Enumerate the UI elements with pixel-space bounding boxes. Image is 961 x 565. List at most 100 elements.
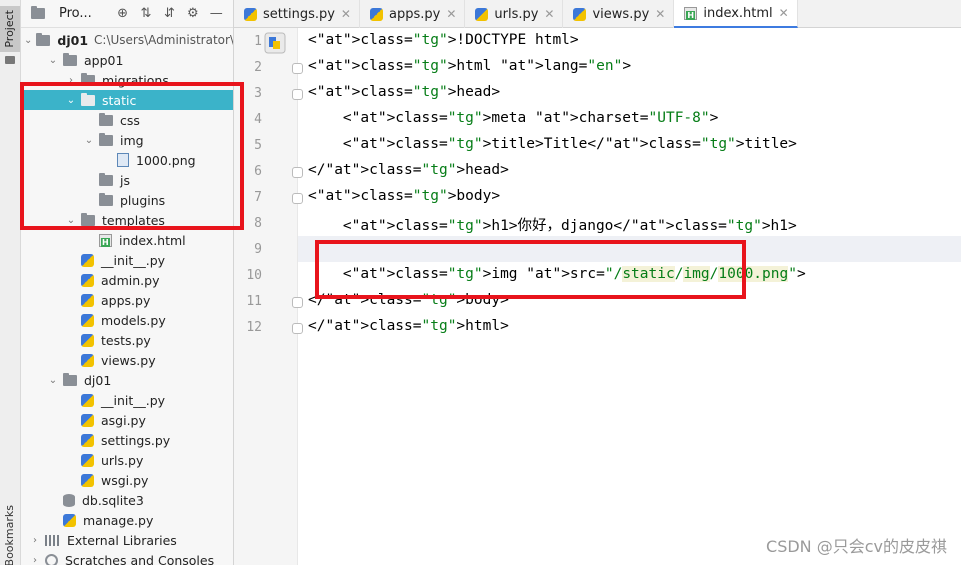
code-line[interactable]: <"at">class="tg">head> <box>308 84 500 100</box>
scratches-icon <box>45 553 63 565</box>
tree-item-label: Scratches and Consoles <box>65 552 215 565</box>
tree-item[interactable]: __init__.py <box>21 390 233 410</box>
code-line[interactable]: <"at">class="tg">meta "at">charset="UTF-… <box>308 110 718 126</box>
chevron-down-icon[interactable]: ⌄ <box>47 55 59 66</box>
fold-marker-icon[interactable] <box>292 63 303 74</box>
tree-item-label: __init__.py <box>101 392 166 408</box>
fold-marker-icon[interactable] <box>292 323 303 334</box>
code-line[interactable]: <"at">class="tg">title>Title</"at">class… <box>308 136 797 152</box>
tree-item[interactable]: asgi.py <box>21 410 233 430</box>
python-file-icon <box>81 473 99 487</box>
tree-item-label: manage.py <box>83 512 154 528</box>
collapse-all-icon[interactable]: ⇵ <box>163 6 176 22</box>
chevron-down-icon[interactable]: ⌄ <box>47 375 59 386</box>
code-line[interactable]: <"at">class="tg">html "at">lang="en"> <box>308 58 631 74</box>
tree-item[interactable]: tests.py <box>21 330 233 350</box>
tree-item[interactable]: manage.py <box>21 510 233 530</box>
tree-item-label: index.html <box>119 232 186 248</box>
tree-item[interactable]: admin.py <box>21 270 233 290</box>
close-icon[interactable]: ✕ <box>544 7 554 21</box>
tab-settings-py[interactable]: settings.py ✕ <box>234 0 360 28</box>
folder-icon <box>63 52 82 66</box>
tree-item-label: admin.py <box>101 272 160 288</box>
tab-views-py[interactable]: views.py ✕ <box>563 0 675 28</box>
html-file-icon <box>99 233 117 247</box>
folder-icon <box>63 372 82 386</box>
chevron-down-icon[interactable]: ⌄ <box>24 35 32 46</box>
line-number: 12 <box>246 320 262 335</box>
project-path: C:\Users\Administrator\ <box>94 33 234 47</box>
tree-item-label: dj01 <box>57 32 89 48</box>
tree-item[interactable]: › Scratches and Consoles <box>21 550 233 565</box>
tree-item[interactable]: ⌄ dj01 <box>21 370 233 390</box>
tab-label: apps.py <box>388 6 441 22</box>
folder-icon <box>31 6 45 22</box>
project-panel-title[interactable]: Pro... <box>59 6 92 21</box>
tree-item-label: dj01 <box>84 372 112 388</box>
tree-item[interactable]: ⌄ app01 <box>21 50 233 70</box>
line-number: 11 <box>246 294 262 309</box>
annotation-box-static-folder <box>20 82 244 230</box>
tree-item-label: urls.py <box>101 452 144 468</box>
close-icon[interactable]: ✕ <box>779 6 789 20</box>
annotation-box-img-tag <box>315 240 746 299</box>
close-icon[interactable]: ✕ <box>446 7 456 21</box>
code-line[interactable]: <"at">class="tg">body> <box>308 188 500 204</box>
gear-icon[interactable]: ⚙ <box>186 6 199 22</box>
python-file-icon <box>81 433 99 447</box>
tab-label: settings.py <box>263 6 335 22</box>
locate-icon[interactable]: ⊕ <box>116 6 129 22</box>
minimize-icon[interactable]: — <box>210 6 223 22</box>
tree-item-label: tests.py <box>101 332 151 348</box>
fold-marker-icon[interactable] <box>292 167 303 178</box>
code-line[interactable]: <"at">class="tg">!DOCTYPE html> <box>308 32 579 48</box>
fold-marker-icon[interactable] <box>292 193 303 204</box>
line-number: 1 <box>254 34 262 49</box>
tab-apps-py[interactable]: apps.py ✕ <box>360 0 466 28</box>
code-line[interactable]: </"at">class="tg">html> <box>308 318 509 334</box>
tree-item[interactable]: settings.py <box>21 430 233 450</box>
chevron-right-icon[interactable]: › <box>29 535 41 546</box>
tree-item[interactable]: ⌄ dj01 C:\Users\Administrator\ <box>21 30 234 50</box>
fold-marker-icon[interactable] <box>292 89 303 100</box>
watermark: CSDN @只会cv的皮皮祺 <box>766 537 947 556</box>
tree-item[interactable]: __init__.py <box>21 250 233 270</box>
code-line[interactable]: </"at">class="tg">head> <box>308 162 509 178</box>
project-tool-button[interactable]: Project <box>0 6 20 52</box>
tree-item[interactable]: wsgi.py <box>21 470 233 490</box>
tree-item[interactable]: views.py <box>21 350 233 370</box>
python-file-icon <box>573 7 592 21</box>
tab-urls-py[interactable]: urls.py ✕ <box>465 0 564 28</box>
tree-item[interactable]: index.html <box>21 230 233 250</box>
tree-item[interactable]: models.py <box>21 310 233 330</box>
line-number: 2 <box>254 60 262 75</box>
pycharm-run-icon[interactable] <box>264 32 286 54</box>
tree-item-label: wsgi.py <box>101 472 149 488</box>
tree-item[interactable]: db.sqlite3 <box>21 490 233 510</box>
html-file-icon <box>684 6 703 20</box>
close-icon[interactable]: ✕ <box>341 7 351 21</box>
expand-all-icon[interactable]: ⇅ <box>139 6 152 22</box>
folder-icon <box>36 32 55 46</box>
database-icon <box>63 493 80 507</box>
python-file-icon <box>81 313 99 327</box>
tab-label: views.py <box>592 6 650 22</box>
tree-item-label: db.sqlite3 <box>82 492 144 508</box>
line-number: 9 <box>254 242 262 257</box>
bookmarks-tool-button[interactable]: Bookmarks <box>3 505 16 565</box>
python-file-icon <box>63 513 81 527</box>
tab-index-html[interactable]: index.html ✕ <box>674 0 798 28</box>
tree-item[interactable]: › External Libraries <box>21 530 233 550</box>
tree-item[interactable]: apps.py <box>21 290 233 310</box>
tree-item[interactable]: urls.py <box>21 450 233 470</box>
python-file-icon <box>81 353 99 367</box>
chevron-right-icon[interactable]: › <box>29 555 41 565</box>
python-file-icon <box>81 253 99 267</box>
python-file-icon <box>244 7 263 21</box>
code-line[interactable]: <"at">class="tg">h1>你好，django</"at">clas… <box>308 214 797 235</box>
tree-item-label: apps.py <box>101 292 151 308</box>
close-icon[interactable]: ✕ <box>655 7 665 21</box>
fold-marker-icon[interactable] <box>292 297 303 308</box>
tab-label: urls.py <box>494 6 539 22</box>
python-file-icon <box>81 273 99 287</box>
